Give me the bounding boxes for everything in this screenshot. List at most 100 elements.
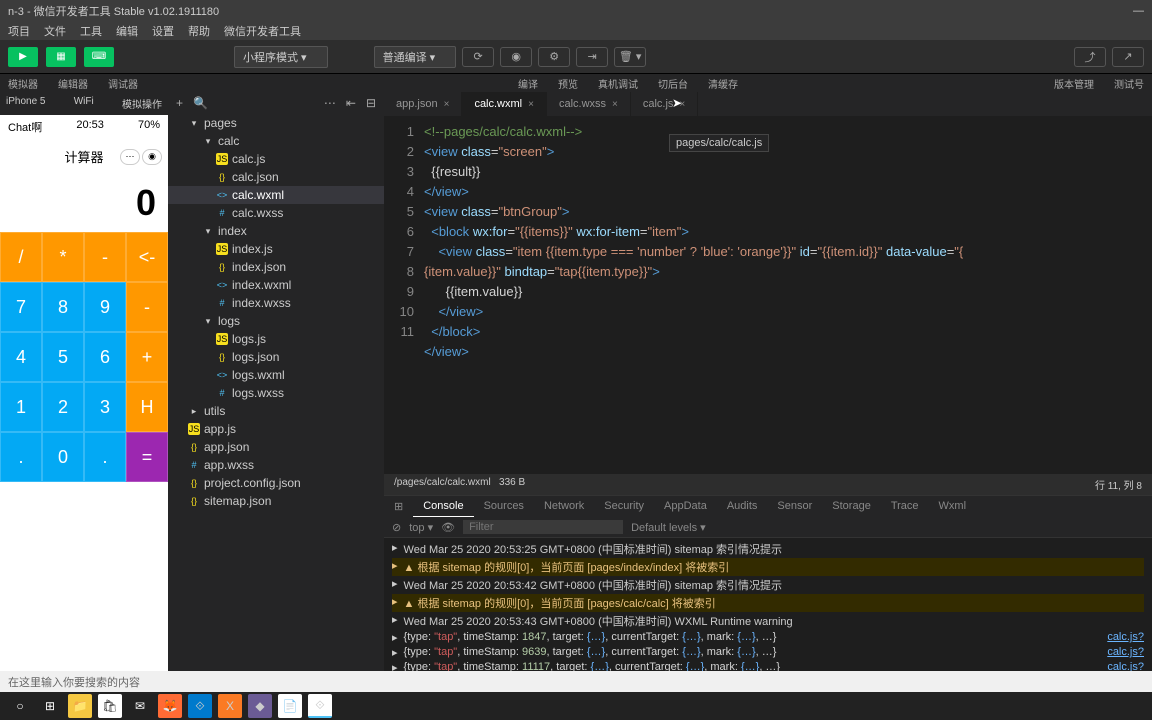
capsule-close-icon[interactable]: ◉	[142, 149, 162, 165]
calc-key--[interactable]: -	[126, 282, 168, 332]
details-button[interactable]: ↗	[1112, 47, 1144, 67]
taskview-icon[interactable]: ⊞	[38, 694, 62, 718]
mode-dropdown[interactable]: 小程序模式 ▾	[234, 46, 328, 68]
menu-project[interactable]: 项目	[8, 23, 30, 39]
cortana-icon[interactable]: ○	[8, 694, 32, 718]
app-icon[interactable]: ◆	[248, 694, 272, 718]
background-button[interactable]: ⇥	[576, 47, 608, 67]
explorer-icon[interactable]: 📁	[68, 694, 92, 718]
firefox-icon[interactable]: 🦊	[158, 694, 182, 718]
xampp-icon[interactable]: X	[218, 694, 242, 718]
tree-item-index.json[interactable]: {}index.json	[168, 258, 384, 276]
code-content[interactable]: <!--pages/calc/calc.wxml--> <view class=…	[424, 116, 963, 474]
close-tab-icon[interactable]: ×	[528, 99, 534, 110]
tree-item-index[interactable]: ▾index	[168, 222, 384, 240]
console-context[interactable]: top ▾	[409, 521, 433, 534]
tree-item-index.wxss[interactable]: #index.wxss	[168, 294, 384, 312]
calc-key-3[interactable]: 3	[84, 382, 126, 432]
notepad-icon[interactable]: 📄	[278, 694, 302, 718]
console-tab-console[interactable]: Console	[413, 496, 473, 517]
minimize-icon[interactable]: —	[1133, 5, 1144, 17]
tree-item-logs.json[interactable]: {}logs.json	[168, 348, 384, 366]
tree-item-app.wxss[interactable]: #app.wxss	[168, 456, 384, 474]
vscode-icon[interactable]: ⟐	[188, 694, 212, 718]
calc-key-9[interactable]: 9	[84, 282, 126, 332]
tree-item-app.js[interactable]: JSapp.js	[168, 420, 384, 438]
log-levels[interactable]: Default levels ▾	[631, 521, 706, 534]
os-search-bar[interactable]: 在这里输入你要搜索的内容	[0, 671, 1152, 693]
store-icon[interactable]: 🛍	[98, 694, 122, 718]
simulator-toggle[interactable]: ▶	[8, 47, 38, 67]
tree-item-calc.wxml[interactable]: <>calc.wxml	[168, 186, 384, 204]
editor-tab-app.json[interactable]: app.json×	[384, 92, 462, 116]
sim-operation[interactable]: 模拟操作	[122, 96, 162, 111]
code-editor[interactable]: 1234567891011 <!--pages/calc/calc.wxml--…	[384, 116, 1152, 474]
tree-item-logs.wxss[interactable]: #logs.wxss	[168, 384, 384, 402]
editor-tab-calc.wxss[interactable]: calc.wxss×	[547, 92, 631, 116]
calc-key-=[interactable]: =	[126, 432, 168, 482]
close-tab-icon[interactable]: ×	[444, 99, 450, 110]
clear-button[interactable]: 🗑 ▾	[614, 47, 646, 67]
menu-edit[interactable]: 编辑	[116, 23, 138, 39]
calc-key-1[interactable]: 1	[0, 382, 42, 432]
more-icon[interactable]: ⋯	[324, 96, 336, 110]
menu-tools[interactable]: 工具	[80, 23, 102, 39]
tree-item-utils[interactable]: ▸utils	[168, 402, 384, 420]
clear-console-icon[interactable]: ⊘	[392, 521, 401, 534]
calc-key-2[interactable]: 2	[42, 382, 84, 432]
calc-key-6[interactable]: 6	[84, 332, 126, 382]
realdevice-button[interactable]: ⚙	[538, 47, 570, 67]
calc-key-5[interactable]: 5	[42, 332, 84, 382]
calc-key-.[interactable]: .	[0, 432, 42, 482]
console-expand-icon[interactable]: ⊞	[384, 496, 413, 517]
tree-item-logs[interactable]: ▾logs	[168, 312, 384, 330]
compile-button[interactable]: ⟳	[462, 47, 494, 67]
mail-icon[interactable]: ✉	[128, 694, 152, 718]
calc-key-+[interactable]: +	[126, 332, 168, 382]
menu-file[interactable]: 文件	[44, 23, 66, 39]
tree-item-logs.wxml[interactable]: <>logs.wxml	[168, 366, 384, 384]
preview-button[interactable]: ◉	[500, 47, 532, 67]
calc-key-*[interactable]: *	[42, 232, 84, 282]
console-tab-trace[interactable]: Trace	[881, 496, 929, 517]
split-icon[interactable]: ⊟	[366, 96, 376, 110]
calc-key-<-[interactable]: <-	[126, 232, 168, 282]
debugger-toggle[interactable]: ⌨	[84, 47, 114, 67]
console-tab-network[interactable]: Network	[534, 496, 594, 517]
close-tab-icon[interactable]: ×	[612, 99, 618, 110]
console-tab-wxml[interactable]: Wxml	[929, 496, 977, 517]
console-filter-input[interactable]	[463, 520, 623, 534]
tree-item-calc.json[interactable]: {}calc.json	[168, 168, 384, 186]
tree-item-calc[interactable]: ▾calc	[168, 132, 384, 150]
device-select[interactable]: iPhone 5	[6, 96, 45, 111]
calc-key--[interactable]: -	[84, 232, 126, 282]
calc-key-8[interactable]: 8	[42, 282, 84, 332]
console-tab-security[interactable]: Security	[594, 496, 654, 517]
menu-help[interactable]: 帮助	[188, 23, 210, 39]
editor-toggle[interactable]: ▦	[46, 47, 76, 67]
editor-tab-calc.js[interactable]: calc.js×	[631, 92, 698, 116]
console-tab-sources[interactable]: Sources	[474, 496, 534, 517]
upload-button[interactable]: ⤴	[1074, 47, 1106, 67]
tree-item-pages[interactable]: ▾pages	[168, 114, 384, 132]
tree-item-sitemap.json[interactable]: {}sitemap.json	[168, 492, 384, 510]
console-tab-appdata[interactable]: AppData	[654, 496, 717, 517]
compile-dropdown[interactable]: 普通编译 ▾	[374, 46, 457, 68]
tree-item-calc.js[interactable]: JScalc.js	[168, 150, 384, 168]
tree-item-index.js[interactable]: JSindex.js	[168, 240, 384, 258]
calc-key-/[interactable]: /	[0, 232, 42, 282]
menu-settings[interactable]: 设置	[152, 23, 174, 39]
console-tab-audits[interactable]: Audits	[717, 496, 768, 517]
calc-key-.[interactable]: .	[84, 432, 126, 482]
console-tab-sensor[interactable]: Sensor	[767, 496, 822, 517]
calc-key-7[interactable]: 7	[0, 282, 42, 332]
calc-key-4[interactable]: 4	[0, 332, 42, 382]
menu-devtools[interactable]: 微信开发者工具	[224, 23, 301, 39]
network-select[interactable]: WiFi	[74, 96, 94, 111]
tree-item-logs.js[interactable]: JSlogs.js	[168, 330, 384, 348]
devtools-icon[interactable]: ⟐	[308, 694, 332, 718]
collapse-icon[interactable]: ⇤	[346, 96, 356, 110]
tree-item-app.json[interactable]: {}app.json	[168, 438, 384, 456]
console-tab-storage[interactable]: Storage	[822, 496, 881, 517]
search-icon[interactable]: 🔍	[193, 96, 208, 110]
